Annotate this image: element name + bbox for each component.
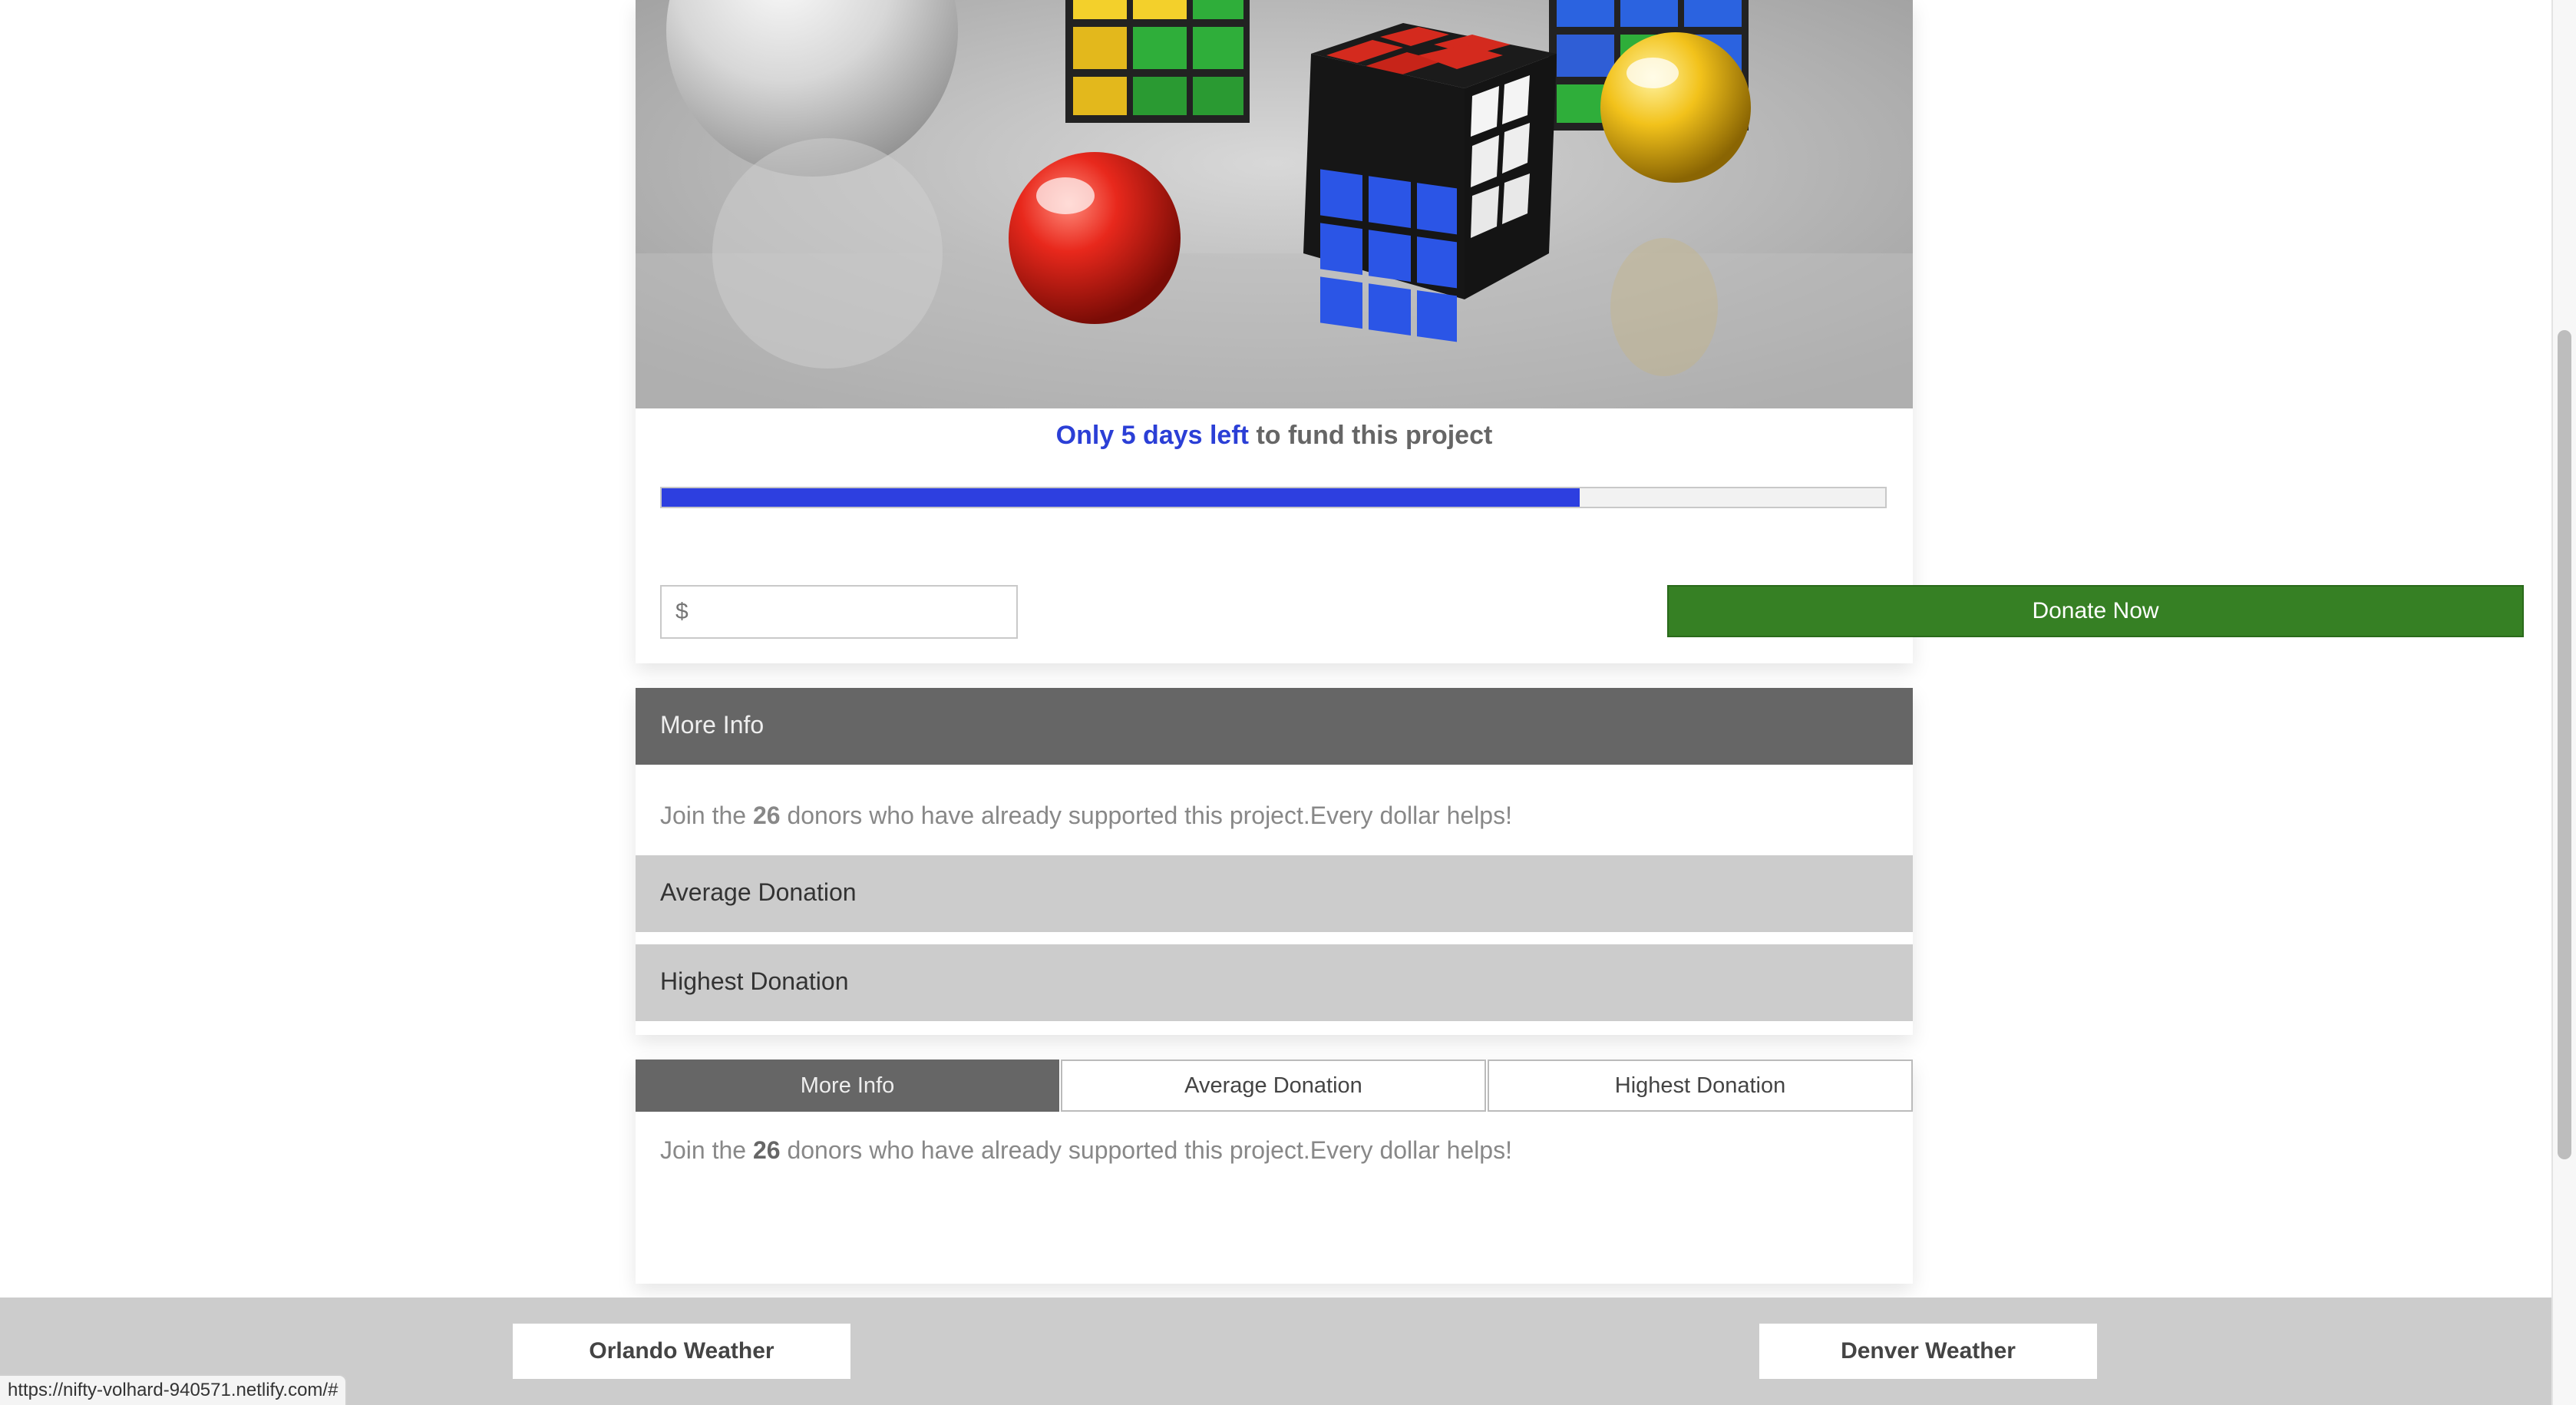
- accordion-header-more-info[interactable]: More Info: [636, 688, 1913, 765]
- accordion-card: More Info Join the 26 donors who have al…: [636, 688, 1913, 1035]
- tab-average-donation[interactable]: Average Donation: [1061, 1060, 1486, 1112]
- status-bar-url: https://nifty-volhard-940571.netlify.com…: [0, 1374, 348, 1405]
- orlando-weather-button[interactable]: Orlando Weather: [513, 1324, 850, 1379]
- tab-highest-donation[interactable]: Highest Donation: [1488, 1060, 1913, 1112]
- scrollbar-thumb[interactable]: [2558, 330, 2571, 1159]
- accordion-row-highest-donation[interactable]: Highest Donation: [636, 944, 1913, 1021]
- tab-more-info[interactable]: More Info: [636, 1060, 1059, 1112]
- donation-card: Only 5 days left to fund this project Do…: [636, 0, 2524, 663]
- donate-now-button[interactable]: Donate Now: [1667, 585, 2524, 637]
- accordion-row-average-donation[interactable]: Average Donation: [636, 855, 1913, 932]
- donor-count: 26: [752, 802, 781, 829]
- days-left-text: Only 5 days left: [1055, 421, 1249, 450]
- funding-progress-bar: [660, 487, 1887, 508]
- donation-amount-input[interactable]: [660, 585, 1018, 639]
- tabs-card: More Info Average Donation Highest Donat…: [636, 1060, 1913, 1284]
- footer-bar: Orlando Weather Denver Weather: [0, 1298, 2551, 1405]
- funding-progress-fill: [662, 488, 1580, 507]
- accordion-donor-text: Join the 26 donors who have already supp…: [660, 802, 1512, 829]
- tab-panel-text: Join the 26 donors who have already supp…: [660, 1136, 1512, 1164]
- puzzle-cubes-illustration: [636, 0, 1913, 408]
- hero-image: [636, 0, 1913, 408]
- donor-count: 26: [752, 1136, 781, 1164]
- page: Only 5 days left to fund this project Do…: [0, 0, 2551, 1405]
- deadline-rest-text: to fund this project: [1249, 421, 1493, 450]
- denver-weather-button[interactable]: Denver Weather: [1759, 1324, 2097, 1379]
- page-scrollbar[interactable]: [2551, 0, 2576, 1405]
- funding-deadline: Only 5 days left to fund this project: [636, 421, 1913, 451]
